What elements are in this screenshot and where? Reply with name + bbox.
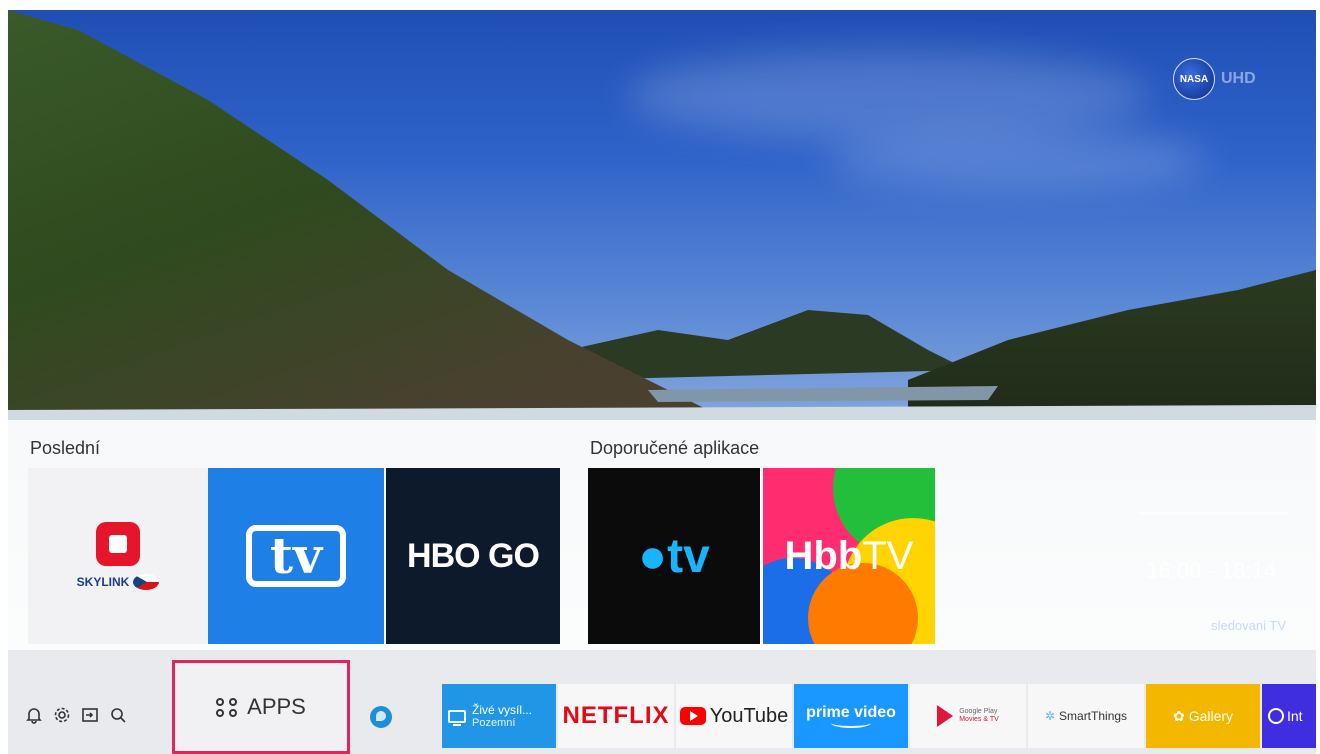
skylink-label: SKYLINK xyxy=(76,575,130,589)
youtube-label: YouTube xyxy=(709,704,789,727)
live-tv-label: Živé vysíl... xyxy=(472,703,533,717)
globe-icon xyxy=(1268,708,1284,724)
launcher-bar: APPS Živé vysíl... Pozemní NETFLIX YouTu… xyxy=(8,650,1316,754)
tv-logo: tv xyxy=(246,525,346,587)
hbo-go-label: HBO GO xyxy=(407,536,540,575)
google-play-label: Google Play xyxy=(959,707,998,715)
tv-screen: NASA UHD Poslední Doporučené aplikace SK… xyxy=(0,0,1320,754)
channel-suffix: UHD xyxy=(1221,70,1256,87)
program-progress-track xyxy=(1138,512,1288,515)
tv-home-screen: NASA UHD Poslední Doporučené aplikace SK… xyxy=(8,10,1316,754)
youtube-play-icon xyxy=(679,707,706,725)
bixby-icon[interactable] xyxy=(370,706,392,728)
apps-button[interactable]: APPS xyxy=(172,660,350,754)
internet-label: Int xyxy=(1287,708,1303,724)
smartthings-label: SmartThings xyxy=(1059,709,1128,723)
apple-logo-icon: ● xyxy=(638,529,668,583)
tile-hbbtv[interactable]: HbbTV xyxy=(763,468,935,644)
launcher-prime-video[interactable]: prime video xyxy=(794,684,908,748)
gallery-flower-icon: ✿ xyxy=(1172,707,1185,724)
recommended-section-title: Doporučené aplikace xyxy=(590,438,760,458)
live-tv-sublabel: Pozemní xyxy=(472,717,516,729)
content-panel: Poslední Doporučené aplikace SKYLINK tv … xyxy=(8,420,1316,650)
gallery-label: Gallery xyxy=(1188,708,1234,724)
czech-flag-icon xyxy=(133,574,160,590)
hbbtv-label-bold: Hbb xyxy=(784,533,863,578)
launcher-youtube[interactable]: YouTube xyxy=(676,684,792,748)
apps-button-label: APPS xyxy=(247,694,306,719)
apple-tv-label: tv xyxy=(667,529,710,583)
source-icon[interactable] xyxy=(80,706,100,726)
google-play-icon xyxy=(937,705,954,727)
tile-tv[interactable]: tv xyxy=(208,468,384,644)
recent-section-title: Poslední xyxy=(30,438,101,458)
notification-icon[interactable] xyxy=(24,706,44,726)
launcher-netflix[interactable]: NETFLIX xyxy=(558,684,674,748)
launcher-google-play-movies[interactable]: Google Play Movies & TV xyxy=(910,684,1026,748)
tile-apple-tv[interactable]: ●tv xyxy=(588,468,760,644)
skylink-logo-icon xyxy=(96,522,140,566)
apps-grid-icon xyxy=(216,697,239,717)
tile-skylink[interactable]: SKYLINK xyxy=(28,468,208,644)
google-play-sublabel: Movies & TV xyxy=(959,716,999,723)
launcher-gallery[interactable]: ✿ Gallery xyxy=(1146,684,1260,748)
monitor-icon xyxy=(448,709,466,726)
smartthings-star-icon: ✲ xyxy=(1044,709,1056,723)
program-time: 16:00 - 18:14 xyxy=(1146,558,1276,583)
launcher-live-tv[interactable]: Živé vysíl... Pozemní xyxy=(442,684,556,748)
launcher-internet[interactable]: Int xyxy=(1262,684,1316,748)
tile-hbo-go[interactable]: HBO GO xyxy=(386,468,560,644)
nasa-logo-icon: NASA xyxy=(1173,58,1215,100)
prime-smile-icon xyxy=(831,718,871,728)
hbbtv-label-light: TV xyxy=(862,533,914,578)
search-icon[interactable] xyxy=(108,706,128,726)
channel-logo: NASA UHD xyxy=(1173,58,1256,100)
netflix-label: NETFLIX xyxy=(562,702,670,729)
program-info: 16:00 - 18:14 sledovani TV xyxy=(948,468,1316,644)
settings-icon[interactable] xyxy=(52,706,72,726)
launcher-smartthings[interactable]: ✲ SmartThings xyxy=(1028,684,1144,748)
program-brand: sledovani TV xyxy=(1211,618,1286,633)
